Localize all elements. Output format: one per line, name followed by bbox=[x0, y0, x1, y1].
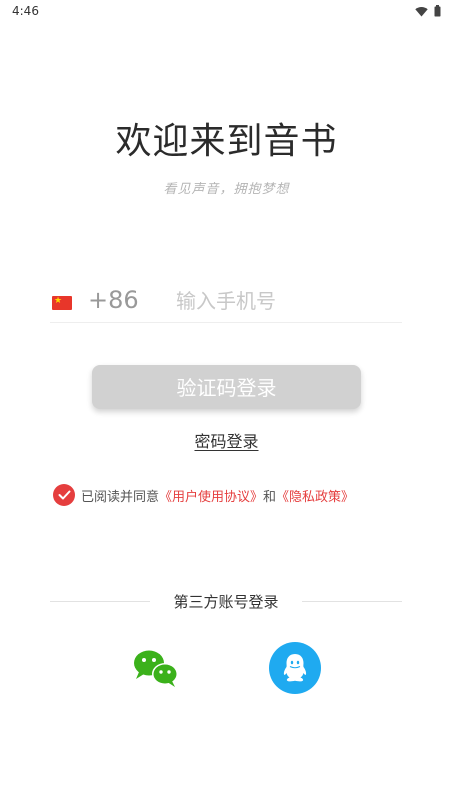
status-bar: 4:46 bbox=[0, 0, 453, 24]
battery-icon bbox=[434, 5, 441, 17]
wechat-login-button[interactable] bbox=[130, 646, 182, 690]
agreement-row: 已阅读并同意 《用户使用协议》 和 《隐私政策》 bbox=[53, 483, 354, 507]
agreement-conjunction: 和 bbox=[263, 489, 277, 505]
wifi-icon bbox=[415, 6, 428, 16]
page-subtitle: 看见声音，拥抱梦想 bbox=[163, 182, 290, 197]
status-time: 4:46 bbox=[12, 4, 39, 18]
sms-login-button[interactable]: 验证码登录 bbox=[92, 365, 361, 409]
password-login-row: 密码登录 bbox=[0, 428, 453, 452]
phone-input-row: ★ +86 bbox=[50, 282, 402, 323]
user-agreement-link[interactable]: 《用户使用协议》 bbox=[159, 486, 263, 505]
qq-icon bbox=[283, 654, 307, 682]
status-icons bbox=[415, 5, 441, 17]
phone-number-input[interactable] bbox=[176, 284, 396, 318]
third-party-divider: 第三方账号登录 bbox=[50, 590, 402, 612]
country-code[interactable]: +86 bbox=[88, 286, 139, 314]
agreement-checkbox[interactable] bbox=[53, 484, 75, 506]
wechat-icon bbox=[134, 650, 178, 687]
password-login-link[interactable]: 密码登录 bbox=[194, 432, 258, 451]
divider-line-right bbox=[302, 601, 402, 602]
page-title: 欢迎来到音书 bbox=[115, 121, 338, 162]
checkmark-icon bbox=[58, 490, 70, 500]
privacy-policy-link[interactable]: 《隐私政策》 bbox=[276, 486, 354, 505]
agreement-prefix: 已阅读并同意 bbox=[81, 489, 160, 505]
china-flag-icon[interactable]: ★ bbox=[52, 296, 72, 310]
qq-login-button[interactable] bbox=[269, 642, 321, 694]
